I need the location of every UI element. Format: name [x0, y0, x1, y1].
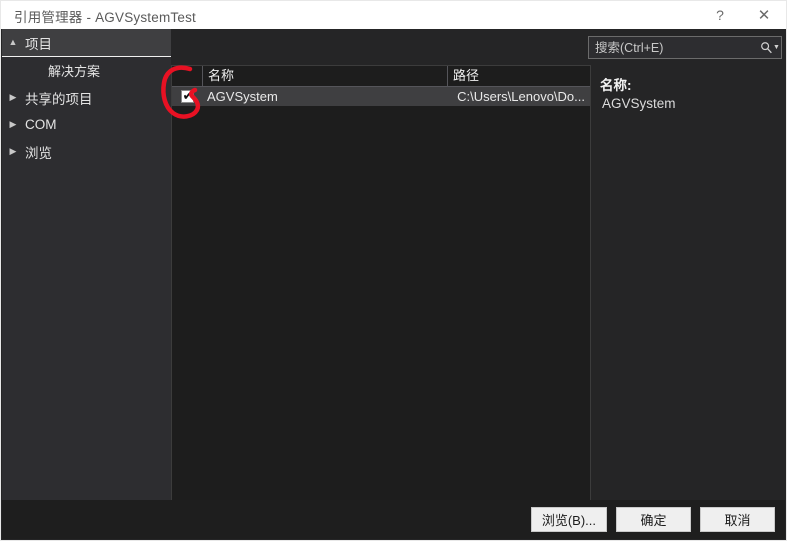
- chevron-down-icon[interactable]: ▼: [773, 44, 784, 51]
- detail-name-value: AGVSystem: [602, 96, 676, 111]
- sidebar-item-com[interactable]: ▶ COM: [2, 111, 171, 138]
- column-header-path[interactable]: 路径: [447, 66, 590, 86]
- row-path: C:\Users\Lenovo\Do...: [457, 89, 585, 104]
- sidebar-item-projects[interactable]: ▲ 项目: [2, 29, 171, 57]
- table-row[interactable]: ✔ AGVSystem C:\Users\Lenovo\Do...: [172, 87, 590, 106]
- search-box[interactable]: ▼: [588, 36, 782, 59]
- cancel-button[interactable]: 取消: [700, 507, 775, 532]
- sidebar-item-shared-projects[interactable]: ▶ 共享的项目: [2, 84, 171, 111]
- close-button[interactable]: ✕: [742, 1, 786, 29]
- chevron-collapsed-icon[interactable]: ▶: [2, 147, 24, 156]
- sidebar-item-label: COM: [25, 117, 57, 132]
- row-checkbox-cell[interactable]: ✔: [172, 89, 202, 104]
- browse-button[interactable]: 浏览(B)...: [530, 507, 607, 532]
- chevron-expanded-icon[interactable]: ▲: [2, 38, 24, 47]
- sidebar-item-label: 解决方案: [48, 64, 101, 79]
- chevron-collapsed-icon[interactable]: ▶: [2, 120, 24, 129]
- category-tree-sidebar: ▲ 项目 解决方案 ▶ 共享的项目 ▶ COM ▶ 浏览: [2, 29, 171, 539]
- help-button[interactable]: ?: [698, 1, 742, 29]
- help-question-icon: ?: [716, 7, 724, 23]
- close-icon: ✕: [757, 7, 771, 24]
- search-magnifier-icon[interactable]: [760, 41, 773, 54]
- sidebar-item-label: 项目: [25, 36, 52, 52]
- sidebar-item-label: 浏览: [25, 145, 52, 161]
- detail-panel: 名称: AGVSystem: [595, 65, 786, 501]
- reference-list-panel: 名称 路径 ✔ AGVSystem C:\Users\Lenovo\Do...: [171, 65, 591, 501]
- detail-name-label: 名称:: [600, 78, 632, 93]
- search-input[interactable]: [589, 37, 760, 58]
- ok-button[interactable]: 确定: [616, 507, 691, 532]
- sidebar-item-browse[interactable]: ▶ 浏览: [2, 138, 171, 165]
- sidebar-item-solution[interactable]: 解决方案: [2, 57, 171, 84]
- title-bar: 引用管理器 - AGVSystemTest ? ✕: [1, 1, 786, 29]
- reference-manager-dialog: 引用管理器 - AGVSystemTest ? ✕ ▲ 项目 解决方案 ▶ 共享…: [0, 0, 787, 541]
- chevron-collapsed-icon[interactable]: ▶: [2, 93, 24, 102]
- list-header-row: 名称 路径: [172, 66, 590, 87]
- sidebar-item-label: 共享的项目: [25, 91, 93, 107]
- row-name: AGVSystem: [207, 89, 278, 104]
- checkmark-icon: ✔: [182, 89, 194, 104]
- column-header-name[interactable]: 名称: [202, 66, 447, 86]
- dialog-button-bar: 浏览(B)... 确定 取消: [2, 500, 785, 539]
- window-title: 引用管理器 - AGVSystemTest: [14, 10, 196, 25]
- row-checkbox[interactable]: ✔: [180, 89, 194, 104]
